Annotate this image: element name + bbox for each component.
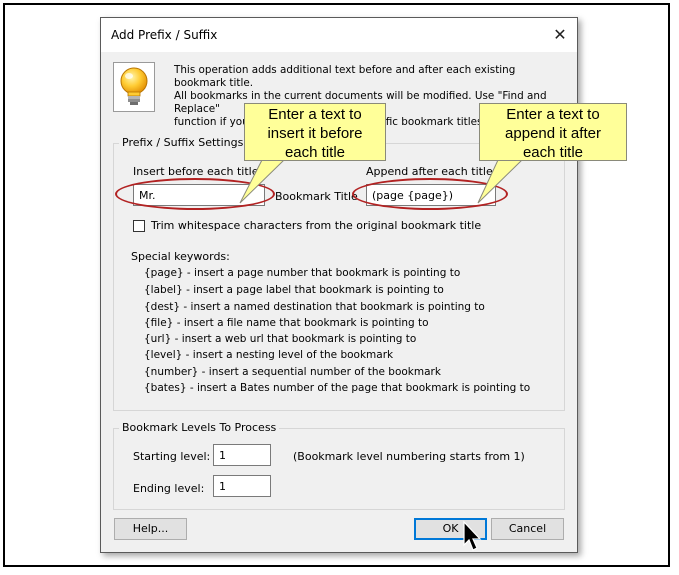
keyword-item: {level} - insert a nesting level of the … [144,349,394,361]
callout-line: Enter a text to [268,106,362,123]
keyword-item: {page} - insert a page number that bookm… [144,267,461,279]
callout-line: insert it before [267,125,363,142]
keyword-item: {url} - insert a web url that bookmark i… [144,333,417,345]
callout-line: each title [284,144,346,161]
keyword-item: {dest} - insert a named destination that… [144,301,485,313]
help-button[interactable]: Help... [114,518,187,540]
callout-line: each title [522,144,584,161]
cancel-button[interactable]: Cancel [491,518,564,540]
insert-callout: Enter a text to insert it before each ti… [244,103,386,161]
insert-input-highlight [115,178,275,210]
mouse-cursor-icon [463,520,482,551]
trim-whitespace-checkbox[interactable] [133,220,145,232]
starting-level-label: Starting level: [133,450,211,463]
trim-whitespace-label: Trim whitespace characters from the orig… [151,219,482,232]
keyword-item: {label} - insert a page label that bookm… [144,284,444,296]
intro-line: This operation adds additional text befo… [174,64,516,89]
special-keywords-heading: Special keywords: [131,250,230,263]
bookmark-title-label: Bookmark Title [275,190,358,203]
bookmark-levels-label: Bookmark Levels To Process [119,421,280,434]
add-prefix-suffix-dialog: Add Prefix / Suffix ✕ This operation add… [100,17,578,553]
append-after-label: Append after each title: [366,165,497,178]
insert-before-label: Insert before each title: [133,165,263,178]
prefix-suffix-settings-label: Prefix / Suffix Settings [119,136,247,149]
lightbulb-icon [113,62,155,112]
callout-line: append it after [505,125,601,142]
starting-level-input[interactable] [213,444,271,466]
close-icon[interactable]: ✕ [549,24,571,46]
dialog-title: Add Prefix / Suffix [111,28,218,42]
keyword-item: {number} - insert a sequential number of… [144,366,441,378]
bookmark-levels-group [113,428,565,510]
keyword-item: {bates} - insert a Bates number of the p… [144,382,531,394]
append-callout: Enter a text to append it after each tit… [479,103,627,161]
ending-level-input[interactable] [213,475,271,497]
ending-level-label: Ending level: [133,482,205,495]
callout-line: Enter a text to [506,106,600,123]
dialog-titlebar: Add Prefix / Suffix ✕ [101,18,577,52]
level-numbering-note: (Bookmark level numbering starts from 1) [293,450,525,463]
append-input-highlight [352,178,508,210]
keyword-item: {file} - insert a file name that bookmar… [144,317,429,329]
